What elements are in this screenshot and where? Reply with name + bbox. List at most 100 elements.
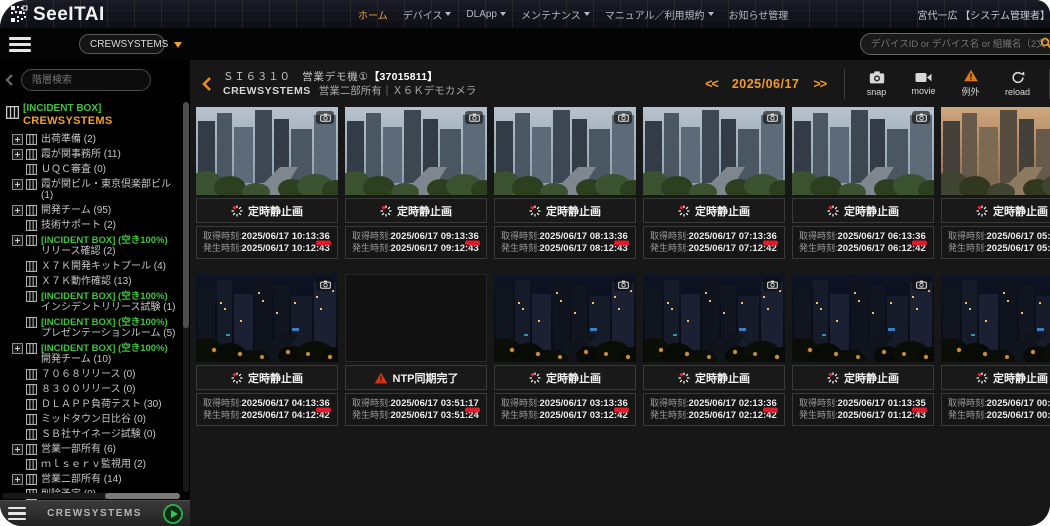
expand-toggle-icon[interactable]: [12, 149, 23, 160]
expand-toggle-icon[interactable]: [12, 205, 23, 216]
occurred-label: 発生時刻:: [501, 410, 540, 420]
building-icon: [26, 179, 37, 190]
tree-item[interactable]: 霞が関事務所 (11): [4, 147, 180, 162]
remove-button[interactable]: [316, 407, 331, 412]
remove-button[interactable]: [763, 407, 778, 412]
tree-item[interactable]: 営業二部所有 (14): [4, 472, 180, 487]
reload-button[interactable]: reload: [994, 71, 1041, 97]
prev-day-button[interactable]: <<: [705, 77, 718, 91]
hierarchy-search-input[interactable]: [21, 69, 151, 91]
nav-manual-terms[interactable]: マニュアル／利用規約: [605, 7, 714, 22]
tree-item[interactable]: ＳＢ社サイネージ試験 (0): [4, 427, 180, 442]
building-icon: [26, 164, 37, 175]
tree-item[interactable]: 霞が関ビル・東京倶楽部ビル (1): [4, 177, 180, 203]
camera-snapshot-photo[interactable]: [792, 274, 934, 362]
remove-button[interactable]: [912, 240, 927, 245]
remove-button[interactable]: [614, 240, 629, 245]
nav-maintenance[interactable]: メンテナンス: [521, 7, 590, 22]
occurred-label: 発生時刻:: [799, 410, 838, 420]
tree-item[interactable]: ＤＬＡＰＰ負荷テスト (30): [4, 397, 180, 412]
chevron-down-icon: [708, 12, 714, 16]
occurred-label: 発生時刻:: [203, 243, 242, 253]
tree-item[interactable]: 出荷準備 (2): [4, 132, 180, 147]
timestamps-box: 取得時刻:2025/06/17 05:13:36 発生時刻:2025/06/17…: [941, 226, 1050, 259]
tree-item[interactable]: ｍｌｓｅｒｖ監視用 (2): [4, 457, 180, 472]
expand-toggle-icon[interactable]: [12, 444, 23, 455]
date-display[interactable]: 2025/06/17: [732, 77, 800, 91]
camera-snapshot-photo[interactable]: [345, 107, 487, 195]
search-icon[interactable]: [1040, 37, 1050, 49]
timestamps-box: 取得時刻:2025/06/17 06:13:36 発生時刻:2025/06/17…: [792, 226, 934, 259]
tree-item[interactable]: [INCIDENT BOX] (空き100%) プレゼンテーションルーム (5): [4, 315, 180, 341]
expand-toggle-icon[interactable]: [12, 179, 23, 190]
event-type-text: 定時静止画: [546, 203, 601, 219]
tree-item[interactable]: ミッドタウン日比谷 (0): [4, 412, 180, 427]
camera-snapshot-photo[interactable]: [792, 107, 934, 195]
tree-item[interactable]: ＵＱＣ審査 (0): [4, 162, 180, 177]
nav-home[interactable]: ホーム: [358, 7, 388, 22]
remove-button[interactable]: [912, 407, 927, 412]
tree-item[interactable]: ７０６８リリース (0): [4, 367, 180, 382]
tree-item-label: 開発チーム (95): [41, 205, 111, 216]
play-button[interactable]: [163, 504, 183, 524]
camera-snapshot-photo[interactable]: [643, 274, 785, 362]
timestamps-box: 取得時刻:2025/06/17 08:13:36 発生時刻:2025/06/17…: [494, 226, 636, 259]
org-dropdown-caret-icon[interactable]: [174, 35, 182, 53]
remove-button[interactable]: [763, 240, 778, 245]
snap-button[interactable]: snap: [853, 71, 900, 97]
expand-toggle-icon[interactable]: [12, 134, 23, 145]
event-type-text: 定時静止画: [844, 203, 899, 219]
tree-item[interactable]: [INCIDENT BOX] (空き100%) インシデントリリース試験 (1): [4, 289, 180, 315]
next-day-button[interactable]: >>: [813, 77, 826, 91]
building-icon: [26, 429, 37, 440]
remove-button[interactable]: [465, 407, 480, 412]
tree-item[interactable]: ８３００リリース (0): [4, 382, 180, 397]
camera-snapshot-photo[interactable]: [643, 107, 785, 195]
footer-menu-icon[interactable]: [8, 507, 26, 521]
camera-snapshot-photo[interactable]: [345, 274, 487, 362]
tree-item-label: ＤＬＡＰＰ負荷テスト (30): [41, 399, 162, 410]
camera-icon: [763, 278, 781, 291]
menu-hamburger-icon[interactable]: [9, 37, 31, 52]
nav-devices[interactable]: デバイス: [403, 7, 452, 22]
tree-item-label: ８３００リリース (0): [41, 384, 136, 395]
tree-item[interactable]: Ｘ７Ｋ開発キットプール (4): [4, 259, 180, 274]
device-search-input[interactable]: [860, 33, 1050, 55]
exception-button[interactable]: 例外: [947, 69, 994, 98]
camera-snapshot-photo[interactable]: [196, 107, 338, 195]
date-navigation: << 2025/06/17 >>: [705, 77, 826, 91]
event-type-label: 定時静止画: [792, 365, 934, 390]
movie-button[interactable]: movie: [900, 72, 947, 96]
tree-item[interactable]: 技術サポート (2): [4, 218, 180, 233]
tree-item[interactable]: 営業一部所有 (6): [4, 442, 180, 457]
tree-item[interactable]: [INCIDENT BOX] (空き100%) 開発チーム (10): [4, 341, 180, 367]
back-button[interactable]: [202, 77, 211, 91]
tree-horizontal-scrollbar[interactable]: [2, 493, 180, 499]
tree-item-label: Ｘ７Ｋ動作確認 (13): [41, 276, 132, 287]
expand-toggle-icon[interactable]: [12, 235, 23, 246]
camera-snapshot-photo[interactable]: [941, 107, 1050, 195]
user-name[interactable]: 宮代一広 【システム管理者】: [918, 7, 1050, 22]
remove-button[interactable]: [316, 240, 331, 245]
tree-item[interactable]: 開発チーム (95): [4, 203, 180, 218]
expand-toggle-icon[interactable]: [12, 474, 23, 485]
org-selector[interactable]: CREWSYSTEMS: [79, 34, 165, 54]
camera-snapshot-photo[interactable]: [941, 274, 1050, 362]
camera-snapshot-photo[interactable]: [494, 274, 636, 362]
app-logo[interactable]: SeeITAI: [10, 5, 105, 24]
app-window: SeeITAI ホーム デバイス DLApp メンテナンス マニュアル／利用規約…: [0, 0, 1050, 526]
camera-snapshot-photo[interactable]: [494, 107, 636, 195]
expand-toggle-icon[interactable]: [12, 343, 23, 354]
tree-item[interactable]: Ｘ７Ｋ動作確認 (13): [4, 274, 180, 289]
event-type-label: 定時静止画: [792, 198, 934, 223]
remove-button[interactable]: [614, 407, 629, 412]
camera-snapshot-photo[interactable]: [196, 274, 338, 362]
footer-org-label: CREWSYSTEMS: [26, 508, 163, 519]
nav-notice-admin[interactable]: お知らせ管理: [729, 7, 789, 22]
nav-dlapp[interactable]: DLApp: [466, 9, 506, 20]
collapse-sidebar-icon[interactable]: [5, 74, 13, 86]
tree-root-crewsystems[interactable]: [INCIDENT BOX] CREWSYSTEMS: [4, 102, 180, 132]
tree-item[interactable]: [INCIDENT BOX] (空き100%) リリース確認 (2): [4, 233, 180, 259]
remove-button[interactable]: [465, 240, 480, 245]
tree-vertical-scrollbar[interactable]: [183, 102, 189, 492]
